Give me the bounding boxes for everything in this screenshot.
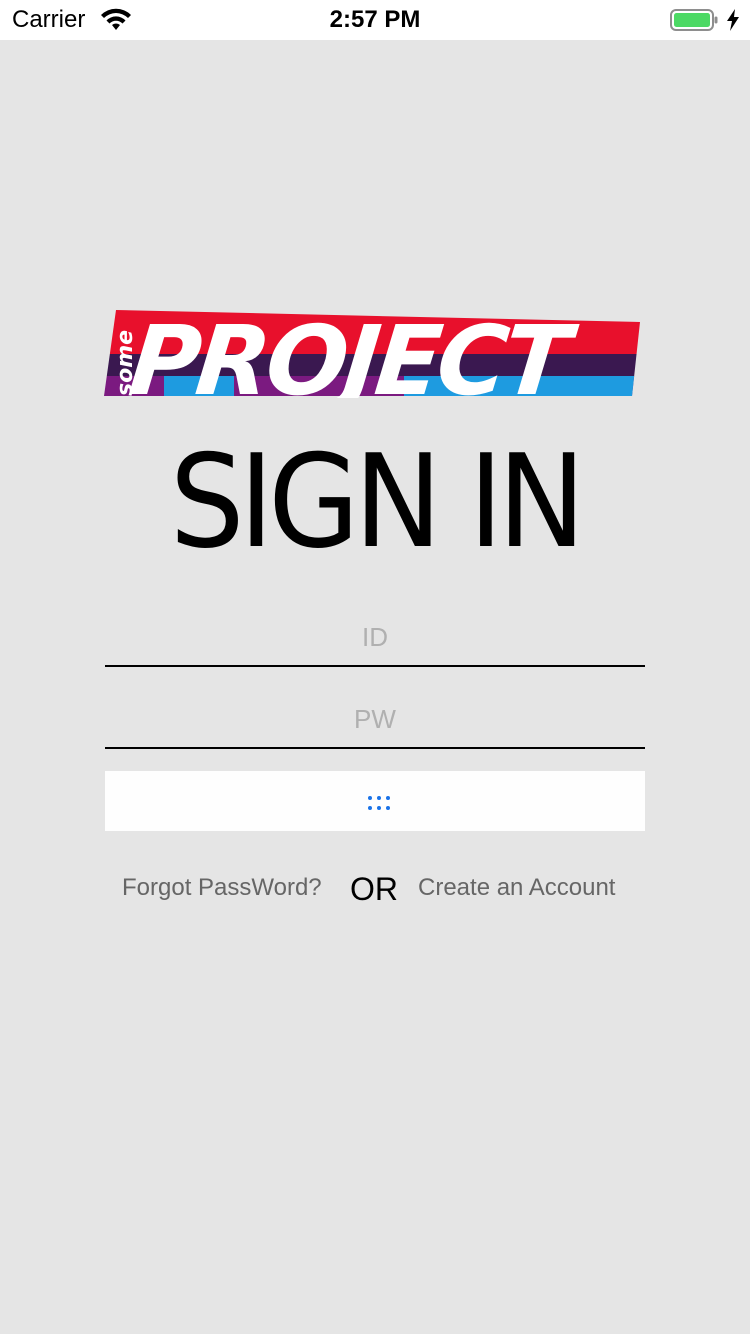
logo: PROJECT some [104,308,640,398]
password-input[interactable] [105,691,645,749]
page-title: SIGN IN [169,428,586,577]
id-input[interactable] [105,609,645,667]
logo-small-text: some [113,330,138,396]
logo-wordmark: PROJECT [125,308,582,398]
forgot-password-link[interactable]: Forgot PassWord? [122,874,322,902]
sign-in-button[interactable] [105,771,645,831]
auth-links: Forgot PassWord? OR Create an Account [0,868,750,912]
create-account-link[interactable]: Create an Account [418,874,615,902]
status-time: 2:57 PM [329,6,421,33]
battery-icon [670,9,718,31]
or-separator: OR [350,871,398,907]
status-bar: Carrier 2:57 PM [0,0,750,40]
charging-bolt-icon [727,9,739,31]
dots-grid-icon [368,796,390,810]
